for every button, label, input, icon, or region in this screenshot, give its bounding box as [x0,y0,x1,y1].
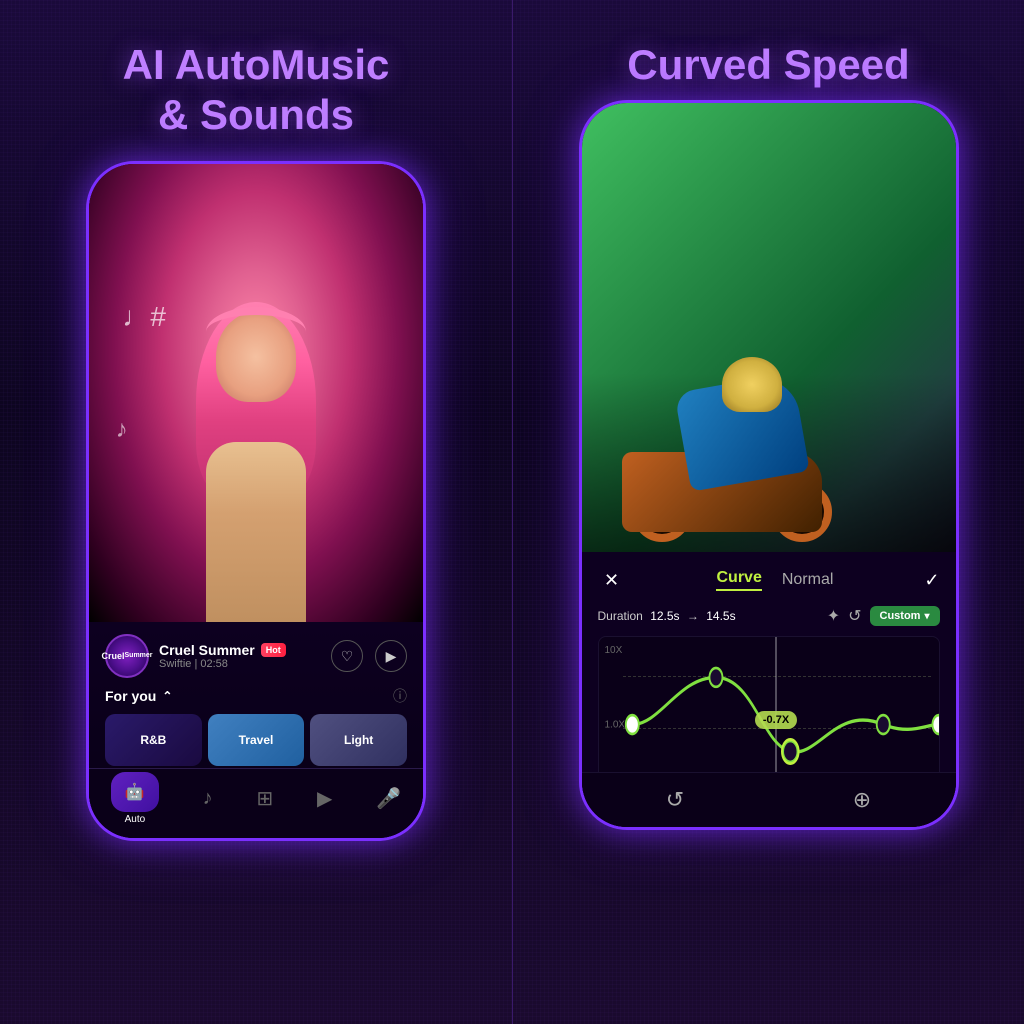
nav-item-auto[interactable]: 🤖 Auto [111,772,159,825]
nav-auto-label: Auto [125,814,146,825]
right-phone-bottom: ✕ Curve Normal ✓ Duration 12.5s → 14.5s … [582,552,956,827]
girl-body [206,442,306,622]
genre-rnb[interactable]: R&B [105,714,202,766]
speed-controls-row: ✕ Curve Normal ✓ [598,566,940,594]
song-row: Cruel Summer Cruel Summer Hot Swiftie | … [105,634,407,678]
magic-wand-button[interactable]: ✦ [827,606,840,626]
song-title-row: Cruel Summer Hot [159,642,286,658]
nav-auto-icon: 🤖 [125,782,145,802]
left-phone-photo: ♩# ♪ [89,164,423,622]
close-button[interactable]: ✕ [598,566,626,594]
music-note-2: ♪ [116,416,128,444]
nav-item-grid[interactable]: ⊞ [256,786,273,811]
add-point-button[interactable]: ⊕ [853,787,871,813]
confirm-button[interactable]: ✓ [924,570,939,591]
hot-badge: Hot [261,643,286,657]
phone-right-mockup: ✕ Curve Normal ✓ Duration 12.5s → 14.5s … [579,100,959,830]
girl-figure [156,302,356,622]
left-panel: AI AutoMusic & Sounds ♩# ♪ Cruel [0,0,512,1024]
custom-chevron-icon: ▾ [924,611,929,622]
song-info: Cruel Summer Cruel Summer Hot Swiftie | … [105,634,286,678]
music-note-1: ♩# [122,301,166,333]
nav-music-icon: ♪ [203,787,213,810]
phone-left-mockup: ♩# ♪ Cruel Summer Cruel Summer Hot [86,161,426,841]
nav-grid-icon: ⊞ [256,786,273,811]
for-you-label: For you ⌃ [105,688,172,704]
right-panel: Curved Speed ✕ Curve Normal ✓ [512,0,1024,1024]
genre-travel[interactable]: Travel [208,714,305,766]
duration-actions: ✦ ↺ Custom ▾ [827,606,940,626]
duration-row: Duration 12.5s → 14.5s ✦ ↺ Custom ▾ [598,606,940,626]
nav-item-music[interactable]: ♪ [203,787,213,810]
racer-figure [622,332,842,532]
for-you-row: For you ⌃ ⓘ [105,686,407,706]
play-button[interactable]: ▶ [375,640,407,672]
girl-headphones [206,307,306,357]
left-phone-nav: 🤖 Auto ♪ ⊞ ▶ 🎤 [89,768,423,838]
tab-curve[interactable]: Curve [716,569,761,591]
song-album-art: Cruel Summer [105,634,149,678]
genre-light[interactable]: Light [310,714,407,766]
speed-tooltip: -0.7X [755,711,797,729]
duration-label: Duration 12.5s → 14.5s [598,609,736,623]
undo-button[interactable]: ↺ [666,787,684,813]
custom-button[interactable]: Custom ▾ [870,606,940,626]
nav-auto-bg: 🤖 [111,772,159,812]
info-icon[interactable]: ⓘ [393,686,407,706]
song-actions: ♡ ▶ [331,640,407,672]
song-title: Cruel Summer [159,642,255,658]
racer-helmet [722,357,782,412]
nav-item-play[interactable]: ▶ [317,786,332,811]
chart-label-10x: 10X [605,645,623,656]
left-title: AI AutoMusic & Sounds [123,40,390,141]
song-text-block: Cruel Summer Hot Swiftie | 02:58 [159,642,286,670]
right-phone-photo [582,103,956,552]
right-title-text: Curved Speed [627,40,909,90]
chevron-up-icon[interactable]: ⌃ [162,689,172,703]
nav-item-mic[interactable]: 🎤 [376,786,401,811]
nav-play-icon: ▶ [317,786,332,811]
song-subtitle: Swiftie | 02:58 [159,658,286,670]
right-phone-toolbar: ↺ ⊕ [582,772,956,827]
tab-normal[interactable]: Normal [782,571,834,589]
right-title: Curved Speed [627,40,909,90]
heart-button[interactable]: ♡ [331,640,363,672]
left-title-text: AI AutoMusic & Sounds [123,40,390,141]
tab-row: Curve Normal [716,569,833,591]
reset-button[interactable]: ↺ [848,606,861,626]
nav-mic-icon: 🎤 [376,786,401,811]
